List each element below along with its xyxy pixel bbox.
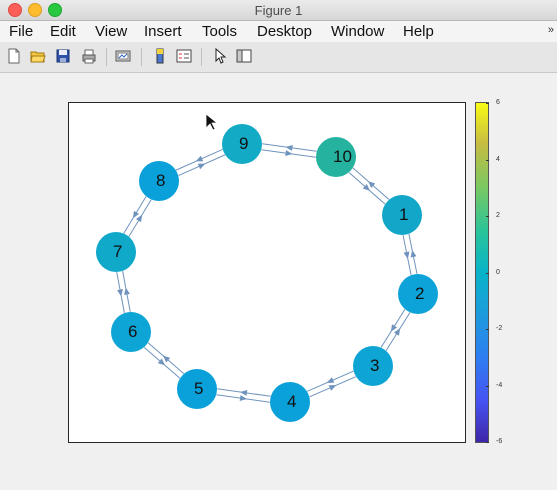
edge-arrow-icon [390,324,398,332]
colorbar-tick-mark [486,272,489,274]
edge-arrow-icon [403,251,410,260]
edge-arrow-icon [239,389,248,396]
colorbar-tick-label: 4 [496,155,500,163]
colorbar-tick-mark [486,385,489,387]
node-label: 8 [156,171,166,190]
edge-arrow-icon [135,214,143,223]
node-label: 1 [399,205,409,224]
node-label: 10 [333,147,352,166]
node-label: 3 [370,356,380,375]
node-label: 2 [415,284,425,303]
colorbar-tick-label: -6 [496,438,503,445]
colorbar-tick-label: 6 [496,99,500,106]
node-label: 6 [128,322,138,341]
edge-arrow-icon [117,289,123,297]
node-label: 9 [239,134,249,153]
edge-arrow-icon [285,144,293,151]
colorbar-tick-label: 0 [496,268,500,276]
colorbar-tick-label: 2 [496,212,500,219]
node-label: 7 [113,242,123,261]
edge-arrow-icon [410,249,417,258]
mouse-pointer-icon [205,113,217,131]
colorbar-tick-mark [486,216,489,217]
edge-arrow-icon [132,210,140,219]
edge-arrow-icon [393,328,401,336]
edge-arrow-icon [124,287,130,295]
colorbar-tick-mark [486,159,489,161]
colorbar-tick-label: -4 [496,381,503,389]
node-label: 4 [287,392,297,411]
colorbar-tick-mark [486,103,489,104]
colorbar-tick-label: -2 [496,325,503,332]
edge-arrow-icon [285,150,293,157]
node-label: 5 [194,379,204,398]
colorbar-tick-mark [486,442,489,443]
colorbar-tick-mark [486,329,489,330]
edge-arrow-icon [239,395,248,402]
